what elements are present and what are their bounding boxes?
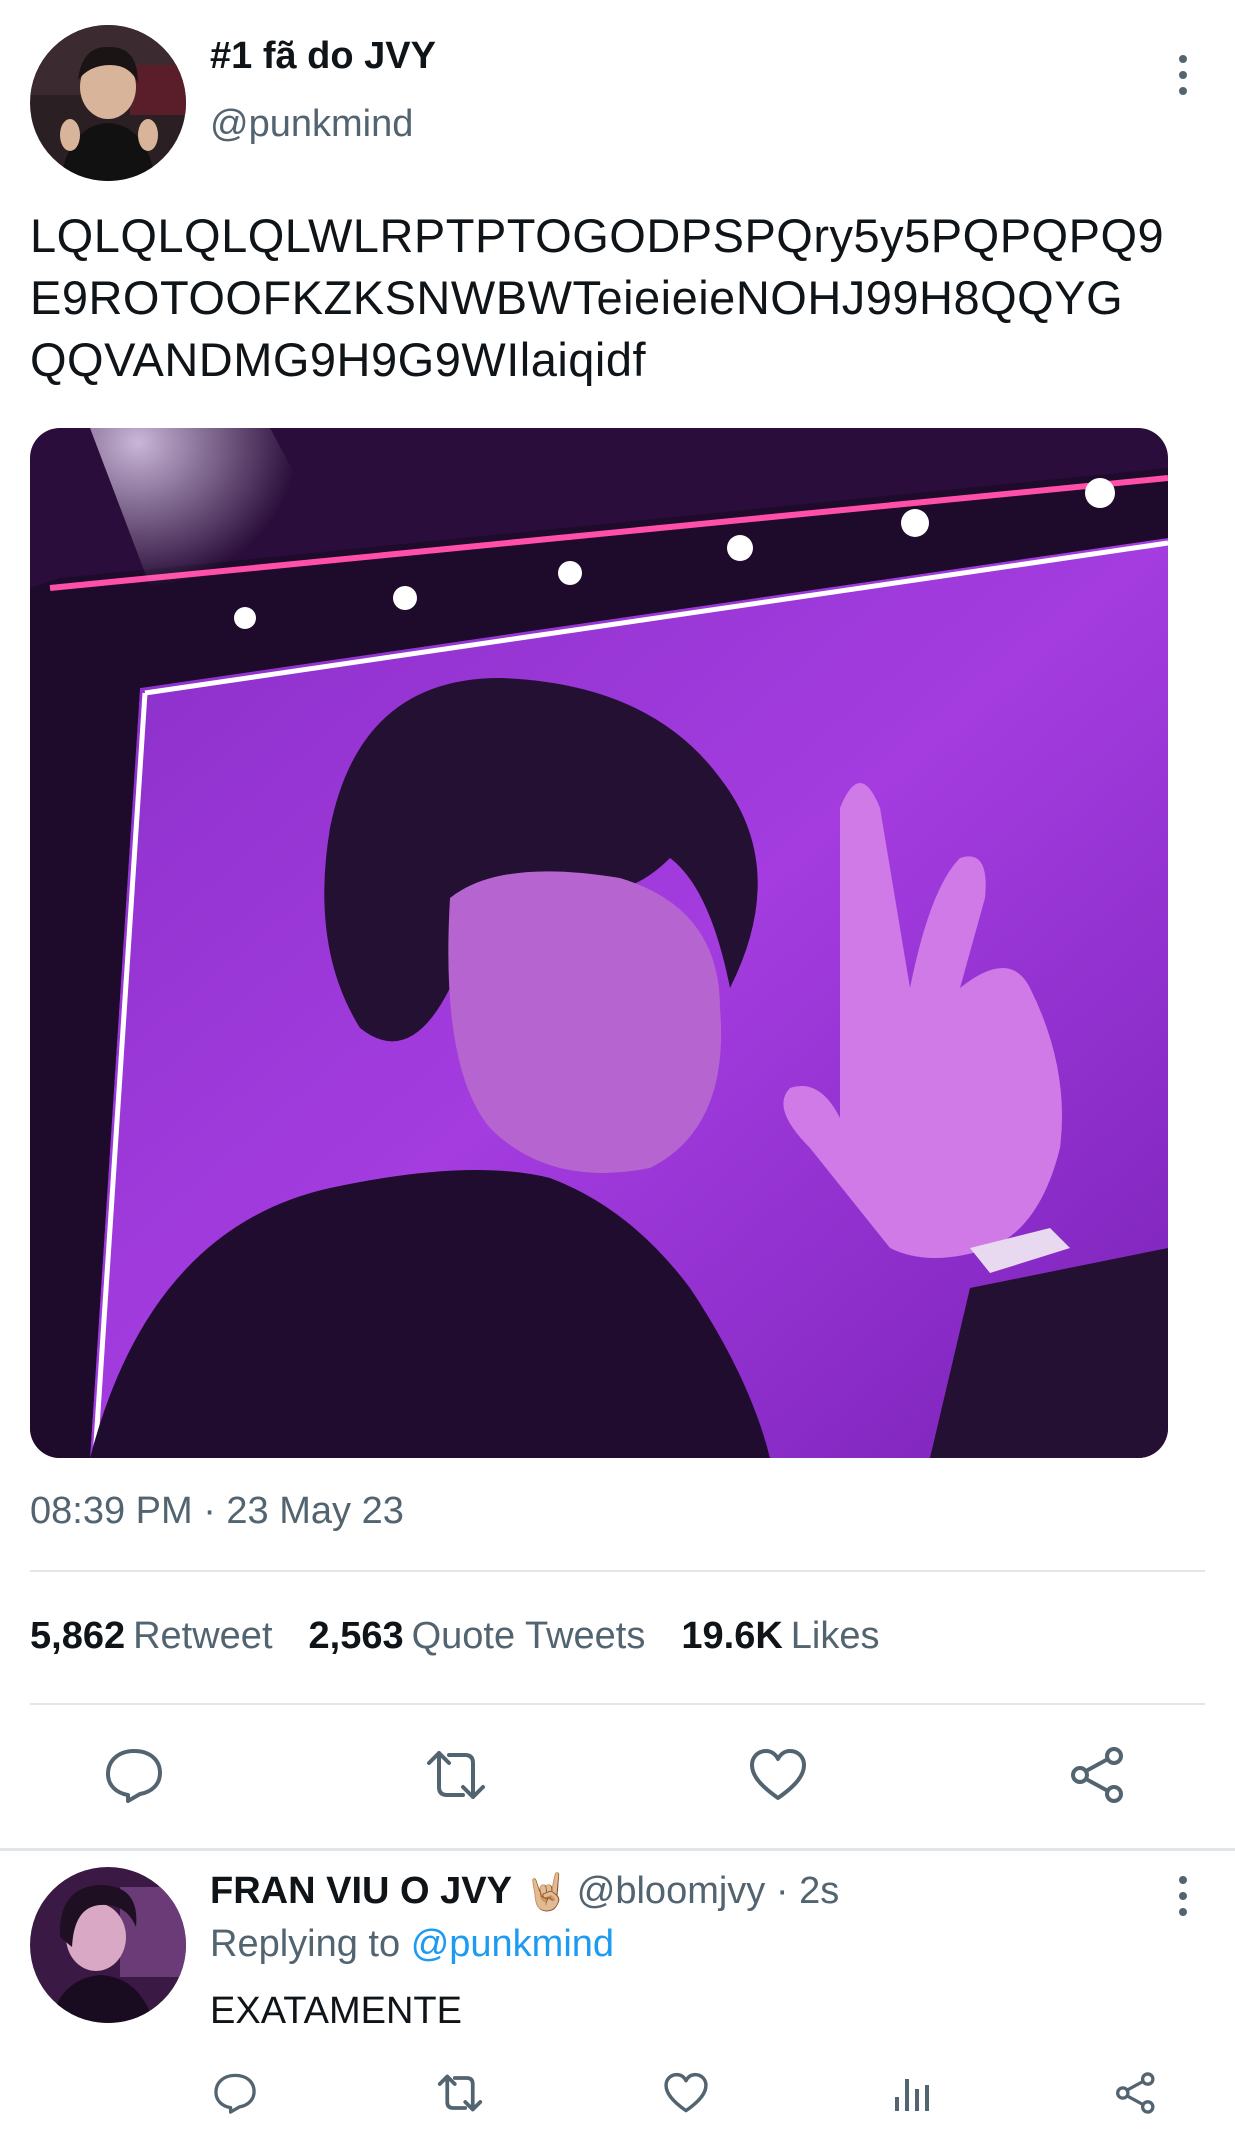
tweet-text-line: QQVANDMG9H9G9WIlaiqidf — [30, 333, 647, 386]
reply-icon[interactable] — [212, 2070, 258, 2116]
like-count-value: 19.6K — [681, 1615, 783, 1657]
replying-to: Replying to @punkmind — [210, 1923, 614, 1966]
more-options-icon[interactable] — [1178, 1876, 1188, 1916]
retweet-icon[interactable] — [434, 2070, 486, 2116]
retweet-icon[interactable] — [423, 1745, 489, 1805]
divider — [30, 1570, 1205, 1572]
more-options-icon[interactable] — [1178, 55, 1188, 95]
share-icon[interactable] — [1113, 2070, 1159, 2116]
tweet-text-line: E9ROTOOFKZKSNWBWTeieieieNOHJ99H8QQYG — [30, 271, 1124, 324]
analytics-icon[interactable] — [890, 2070, 936, 2116]
tweet-stats: 5,862 Retweet 2,563 Quote Tweets 19.6K Like… — [30, 1615, 880, 1658]
reply-author-handle[interactable]: @bloomjvy · 2s — [577, 1870, 839, 1913]
divider — [30, 1703, 1205, 1705]
tweet-actions — [0, 1745, 1235, 1815]
like-icon[interactable] — [748, 1745, 808, 1805]
main-tweet: #1 fã do JVY @punkmind LQLQLQLQLWLRPTPTO… — [0, 0, 1235, 1848]
replying-to-link[interactable]: @punkmind — [411, 1923, 614, 1965]
author-avatar[interactable] — [30, 25, 186, 181]
quote-count-value: 2,563 — [308, 1615, 404, 1657]
author-name[interactable]: #1 fã do JVY — [210, 35, 436, 78]
reply-icon[interactable] — [104, 1745, 164, 1805]
retweet-count[interactable]: 5,862 Retweet — [30, 1615, 273, 1658]
quote-count[interactable]: 2,563 Quote Tweets — [309, 1615, 646, 1658]
retweet-count-value: 5,862 — [30, 1615, 126, 1657]
tweet-timestamp[interactable]: 08:39 PM · 23 May 23 — [30, 1490, 404, 1533]
reply-author-emoji: 🤘🏼 — [523, 1870, 569, 1912]
like-icon[interactable] — [662, 2070, 710, 2116]
divider — [0, 1848, 1235, 1851]
like-count-label: Likes — [790, 1615, 880, 1657]
tweet-text: LQLQLQLQLWLRPTPTOGODPSPQry5y5PQPQPQ9 E9R… — [30, 205, 1220, 391]
tweet-image[interactable] — [30, 428, 1168, 1458]
quote-count-label: Quote Tweets — [411, 1615, 646, 1657]
reply-author-name[interactable]: FRAN VIU O JVY — [210, 1870, 512, 1913]
reply-header: FRAN VIU O JVY 🤘🏼 @bloomjvy · 2s — [210, 1870, 839, 1913]
like-count[interactable]: 19.6K Likes — [681, 1615, 879, 1658]
retweet-count-label: Retweet — [133, 1615, 273, 1657]
replying-to-prefix: Replying to — [210, 1923, 401, 1965]
reply-text: EXATAMENTE — [210, 1990, 462, 2032]
share-icon[interactable] — [1068, 1745, 1128, 1805]
tweet-text-line: LQLQLQLQLWLRPTPTOGODPSPQry5y5PQPQPQ9 — [30, 209, 1165, 262]
reply-author-avatar[interactable] — [30, 1867, 186, 2023]
author-handle[interactable]: @punkmind — [210, 103, 413, 146]
